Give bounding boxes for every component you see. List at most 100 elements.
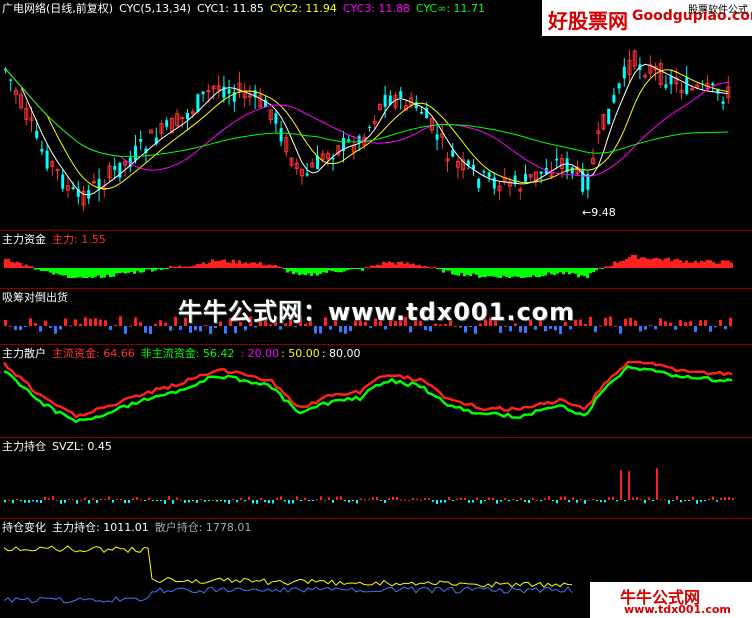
capital-bar	[229, 262, 232, 268]
hold-bar	[188, 500, 190, 503]
hold-bar	[528, 500, 530, 504]
nonmain-fund-value: 非主流资金: 56.42	[140, 347, 235, 360]
hold-bar	[396, 497, 398, 500]
capital-bar	[85, 268, 88, 278]
capital-bar	[367, 267, 370, 269]
hold-bar	[652, 500, 654, 502]
chip-bar	[619, 326, 622, 334]
capital-bar	[556, 268, 559, 274]
capital-bar	[634, 254, 637, 268]
capital-bar	[712, 262, 715, 268]
capital-bar	[679, 260, 682, 268]
hold-bar	[576, 500, 578, 503]
chip-bar	[624, 318, 627, 326]
capital-bar	[442, 268, 445, 273]
hold-bar	[536, 499, 538, 501]
capital-bar	[463, 268, 466, 277]
hold-bar	[640, 499, 642, 501]
chip-bar	[99, 319, 102, 326]
chip-bar	[639, 326, 642, 332]
capital-bar	[619, 261, 622, 268]
capital-bar	[631, 254, 634, 268]
capital-bar	[460, 268, 463, 273]
hold-bar	[108, 496, 110, 500]
candle-body	[607, 108, 611, 125]
chip-bar	[129, 325, 132, 327]
hold-bar	[132, 498, 134, 500]
capital-bar	[529, 268, 532, 278]
capital-bar	[67, 268, 70, 278]
capital-bar	[166, 268, 169, 269]
capital-bar	[397, 261, 400, 268]
capital-bar	[199, 264, 202, 268]
candle-body	[435, 134, 439, 140]
hold-bar	[160, 500, 162, 501]
cycinf-line	[5, 68, 729, 158]
main-hold-line	[3, 545, 573, 588]
hold-bar	[484, 500, 486, 501]
hold-bar	[116, 499, 118, 501]
capital-bar	[673, 259, 676, 268]
hold-bar	[444, 500, 446, 503]
capital-bar	[502, 268, 505, 276]
capital-bar	[670, 261, 673, 268]
capital-bar	[307, 268, 310, 274]
hold-bar	[136, 497, 138, 500]
candle-body	[451, 150, 455, 157]
hold-bar	[328, 497, 330, 500]
capital-bar	[565, 268, 568, 272]
capital-bar	[436, 268, 439, 269]
hold-bar	[688, 500, 690, 501]
chip-bar	[79, 323, 82, 326]
candle-body	[165, 120, 169, 127]
candle-body	[492, 177, 496, 189]
capital-bar	[268, 264, 271, 268]
capital-bar	[16, 261, 19, 268]
hold-bar	[60, 500, 62, 504]
capital-bar	[34, 268, 37, 270]
chip-bar	[659, 318, 662, 326]
capital-bar	[418, 264, 421, 268]
hold-bar	[184, 500, 186, 503]
hold-bar	[584, 500, 586, 504]
chip-bar	[139, 322, 142, 326]
retail-hold-value: 散户持仓: 1778.01	[154, 521, 252, 534]
candle-body	[139, 138, 143, 142]
hold-bar	[248, 496, 250, 500]
capital-bar	[721, 260, 724, 268]
chip-bar	[109, 326, 112, 330]
hold-bar	[204, 500, 206, 502]
capital-bar	[547, 268, 550, 273]
capital-bar	[181, 266, 184, 268]
capital-bar	[535, 268, 538, 278]
capital-bar	[676, 258, 679, 268]
capital-bar	[430, 267, 433, 269]
capital-bar	[700, 260, 703, 268]
hold-panel-header: 主力持仓 SVZL: 0.45	[2, 440, 118, 453]
chip-bar	[169, 326, 172, 331]
hold-bar	[504, 497, 506, 500]
hold-bar	[612, 496, 614, 500]
capital-bar	[718, 263, 721, 268]
capital-bar	[523, 268, 526, 278]
capital-bar	[97, 268, 100, 276]
capital-bar	[640, 257, 643, 268]
capital-bar	[271, 265, 274, 268]
hold-bar	[224, 500, 226, 503]
hold-bar	[428, 498, 430, 500]
capital-bar	[286, 268, 289, 273]
capital-bar	[160, 268, 163, 271]
chip-bar	[154, 323, 157, 326]
capital-bar	[217, 260, 220, 268]
chip-bar	[54, 326, 57, 334]
capital-panel-header: 主力资金 主力: 1.55	[2, 233, 112, 246]
capital-bar	[445, 268, 448, 271]
hold-bar	[356, 500, 358, 504]
capital-bar	[724, 260, 727, 268]
capital-bar	[343, 268, 346, 272]
stock-chart-window: 广电网络(日线,前复权) CYC(5,13,34) CYC1: 11.85 CYC2:…	[0, 0, 752, 618]
hold-bar	[636, 497, 638, 500]
capital-bar	[133, 268, 136, 274]
hold-bar	[368, 499, 370, 501]
stock-title: 广电网络(日线,前复权)	[2, 2, 114, 15]
